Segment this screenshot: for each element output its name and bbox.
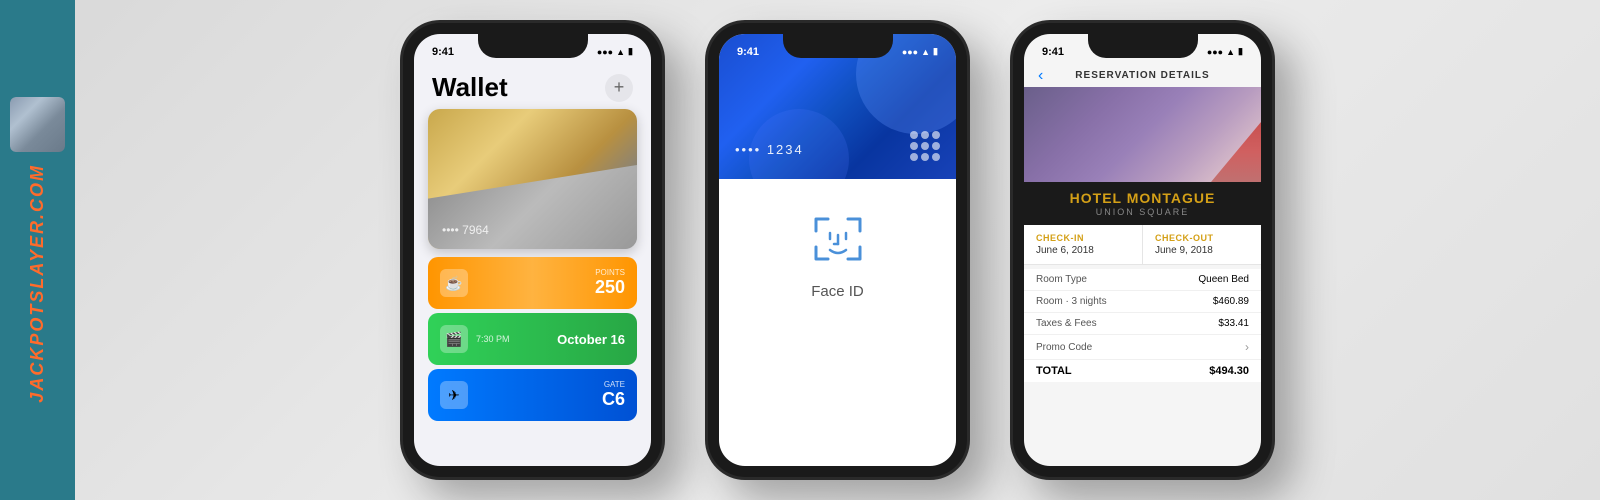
reservation-screen: 9:41 ●●● ▲ ▮ ‹ RESERVATION DETAILS HOTEL…	[1024, 34, 1261, 466]
sidebar: JACKPOTSLAYER.COM	[0, 0, 75, 500]
battery-icon: ▮	[628, 46, 633, 57]
chip-dot	[932, 131, 940, 139]
checkin-col: CHECK-IN June 6, 2018	[1024, 225, 1143, 264]
face-id-section: Face ID	[719, 179, 956, 330]
points-label: POINTS	[595, 268, 625, 277]
pass-cards: ☕ POINTS 250 🎬 7:30 PM	[414, 249, 651, 421]
detail-row-value: $33.41	[1218, 318, 1249, 329]
total-row: TOTAL $494.30	[1024, 360, 1261, 382]
detail-row: Room · 3 nights $460.89	[1024, 291, 1261, 313]
reservation-nav-title: RESERVATION DETAILS	[1075, 70, 1209, 81]
card-number-1: •••• 7964	[442, 223, 489, 237]
faceid-screen: 9:41 ●●● ▲ ▮ •••• 1234	[719, 34, 956, 466]
notch-1	[478, 34, 588, 58]
chip-dot	[932, 153, 940, 161]
detail-row-label: Taxes & Fees	[1036, 318, 1097, 329]
chip-dot	[932, 142, 940, 150]
coffee-pass[interactable]: ☕ POINTS 250	[428, 257, 637, 309]
time-1: 9:41	[432, 46, 454, 58]
movie-pass-info: 7:30 PM	[476, 334, 557, 344]
signal-icon: ●●●	[597, 47, 613, 57]
card-number-2: •••• 1234	[735, 142, 804, 157]
detail-row: Taxes & Fees $33.41	[1024, 313, 1261, 335]
checkout-col: CHECK-OUT June 9, 2018	[1143, 225, 1261, 264]
hotel-location: UNION SQUARE	[1036, 207, 1249, 217]
total-value: $494.30	[1209, 365, 1249, 377]
credit-card[interactable]: •••• 7964	[428, 109, 637, 249]
detail-row[interactable]: Promo Code ›	[1024, 335, 1261, 360]
total-label: TOTAL	[1036, 365, 1072, 377]
battery-icon-3: ▮	[1238, 46, 1243, 57]
points-value: 250	[595, 277, 625, 298]
brand-logo	[10, 97, 65, 152]
detail-row: Room Type Queen Bed	[1024, 269, 1261, 291]
movie-date: October 16	[557, 332, 625, 347]
detail-row-value: $460.89	[1213, 296, 1249, 307]
chip-dot	[910, 131, 918, 139]
checkout-date: June 9, 2018	[1155, 245, 1249, 256]
chip-dot	[921, 153, 929, 161]
wallet-screen: 9:41 ●●● ▲ ▮ Wallet + •••• 7964	[414, 34, 651, 466]
wifi-icon: ▲	[616, 47, 625, 57]
checkin-label: CHECK-IN	[1036, 233, 1130, 243]
detail-row-value: ›	[1245, 340, 1249, 354]
hotel-image	[1024, 87, 1261, 182]
hotel-name-section: HOTEL MONTAGUE UNION SQUARE	[1024, 182, 1261, 225]
back-button[interactable]: ‹	[1038, 67, 1043, 85]
cards-container: •••• 7964	[414, 109, 651, 249]
checkin-checkout-row: CHECK-IN June 6, 2018 CHECK-OUT June 9, …	[1024, 225, 1261, 265]
signal-icon-2: ●●●	[902, 47, 918, 57]
chip-dot	[921, 131, 929, 139]
flight-icon: ✈	[440, 381, 468, 409]
time-3: 9:41	[1042, 46, 1064, 58]
detail-row-label: Room Type	[1036, 274, 1087, 285]
detail-row-value: Queen Bed	[1198, 274, 1249, 285]
notch-2	[783, 34, 893, 58]
coffee-pass-right: POINTS 250	[595, 268, 625, 298]
face-id-icon	[808, 209, 868, 269]
status-icons-1: ●●● ▲ ▮	[597, 46, 633, 57]
checkout-label: CHECK-OUT	[1155, 233, 1249, 243]
chip-dot	[910, 142, 918, 150]
brand-text: JACKPOTSLAYER.COM	[27, 164, 48, 403]
wallet-header: Wallet +	[414, 64, 651, 109]
status-icons-2: ●●● ▲ ▮	[902, 46, 938, 57]
wallet-add-button[interactable]: +	[605, 74, 633, 102]
phone-reservation: 9:41 ●●● ▲ ▮ ‹ RESERVATION DETAILS HOTEL…	[1010, 20, 1275, 480]
gate-label: GATE	[604, 380, 625, 389]
coffee-icon: ☕	[440, 269, 468, 297]
chip-dot	[910, 153, 918, 161]
phone-faceid: 9:41 ●●● ▲ ▮ •••• 1234	[705, 20, 970, 480]
battery-icon-2: ▮	[933, 46, 938, 57]
gate-value: C6	[602, 389, 625, 410]
time-2: 9:41	[737, 46, 759, 58]
detail-rows: Room Type Queen Bed Room · 3 nights $460.89…	[1024, 269, 1261, 382]
checkin-date: June 6, 2018	[1036, 245, 1130, 256]
reservation-nav: ‹ RESERVATION DETAILS	[1024, 64, 1261, 87]
movie-pass[interactable]: 🎬 7:30 PM October 16	[428, 313, 637, 365]
movie-time: 7:30 PM	[476, 334, 557, 344]
notch-3	[1088, 34, 1198, 58]
wallet-title: Wallet	[432, 72, 508, 103]
flight-pass[interactable]: ✈ GATE C6	[428, 369, 637, 421]
face-id-label: Face ID	[811, 283, 864, 300]
wifi-icon-3: ▲	[1226, 47, 1235, 57]
movie-date-value: October 16	[557, 332, 625, 347]
phone-wallet: 9:41 ●●● ▲ ▮ Wallet + •••• 7964	[400, 20, 665, 480]
flight-gate: GATE C6	[602, 380, 625, 410]
hotel-name: HOTEL MONTAGUE	[1036, 190, 1249, 206]
detail-row-label: Room · 3 nights	[1036, 296, 1107, 307]
wifi-icon-2: ▲	[921, 47, 930, 57]
detail-row-label: Promo Code	[1036, 342, 1092, 353]
chip-dot	[921, 142, 929, 150]
status-icons-3: ●●● ▲ ▮	[1207, 46, 1243, 57]
main-content: 9:41 ●●● ▲ ▮ Wallet + •••• 7964	[75, 0, 1600, 500]
movie-icon: 🎬	[440, 325, 468, 353]
card-chip-dots	[910, 131, 940, 161]
signal-icon-3: ●●●	[1207, 47, 1223, 57]
